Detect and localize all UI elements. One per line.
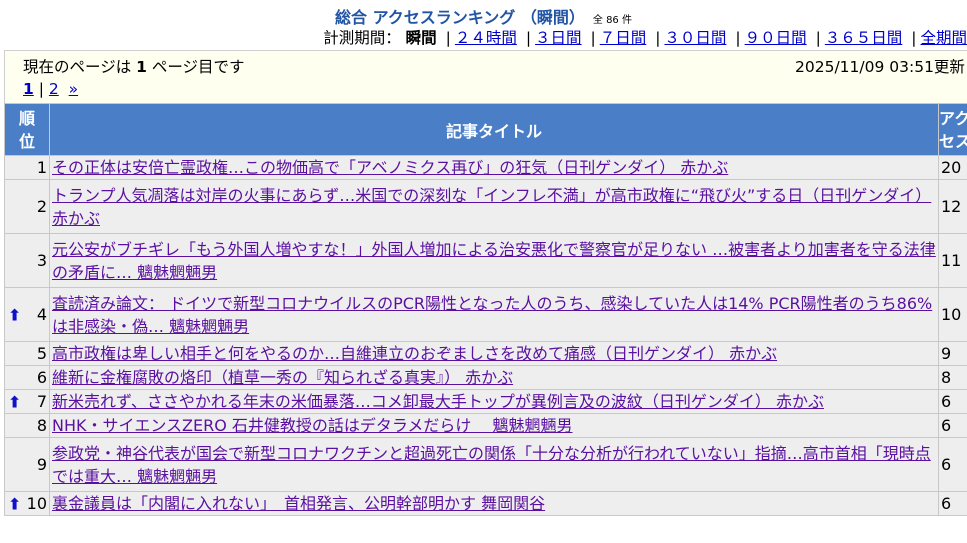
table-row: 8 NHK・サイエンスZERO 石井健教授の話はデタラメだらけ 魑魅魍魎男 6 xyxy=(4,413,967,438)
rank-number: 5 xyxy=(36,344,47,363)
period-link-3d[interactable]: ３日間 xyxy=(535,29,582,47)
pager-page-2[interactable]: 2 xyxy=(49,80,59,98)
period-link-7d[interactable]: ７日間 xyxy=(600,29,647,47)
rank-number: 10 xyxy=(26,494,47,513)
period-current: 瞬間 xyxy=(405,29,437,47)
title-cell: 高市政権は卑しい相手と何をやるのか…自維連立のおぞましさを改めて痛感（日刊ゲンダ… xyxy=(49,341,939,366)
rank-cell: ⬆ 4 xyxy=(4,287,50,342)
rank-number: 4 xyxy=(36,305,47,324)
table-row: 6 維新に金権腐敗の烙印（植草一秀の『知られざる真実』） 赤かぶ 8 xyxy=(4,365,967,390)
article-link[interactable]: 維新に金権腐敗の烙印（植草一秀の『知られざる真実』） 赤かぶ xyxy=(52,368,513,387)
ranking-body: 1 その正体は安倍亡霊政権…この物価高で「アベノミクス再び」の狂気（日刊ゲンダイ）… xyxy=(4,155,967,516)
page-title: 総合 アクセスランキング （瞬間） 全 86 件 xyxy=(0,4,967,28)
article-link[interactable]: 査読済み論文： ドイツで新型コロナウイルスのPCR陽性となった人のうち、感染して… xyxy=(52,294,932,336)
pager-next[interactable]: » xyxy=(69,80,78,98)
title-cell: その正体は安倍亡霊政権…この物価高で「アベノミクス再び」の狂気（日刊ゲンダイ） … xyxy=(49,155,939,180)
rank-cell: 6 xyxy=(4,365,50,390)
rank-cell: 1 xyxy=(4,155,50,180)
rank-cell: 2 xyxy=(4,179,50,234)
rank-cell: 9 xyxy=(4,437,50,492)
access-count: 20 xyxy=(938,155,967,180)
title-cell: トランプ人気凋落は対岸の火事にあらず…米国での深刻な「インフレ不満」が高市政権に… xyxy=(49,179,939,234)
period-link-30d[interactable]: ３０日間 xyxy=(664,29,726,47)
access-count: 6 xyxy=(938,413,967,438)
table-row: 9 参政党・神谷代表が国会で新型コロナワクチンと超過死亡の関係「十分な分析が行われ… xyxy=(4,437,967,492)
access-count: 12 xyxy=(938,179,967,234)
article-link[interactable]: 裏金議員は「内閣に入れない」 首相発言、公明幹部明かす 舞岡関谷 xyxy=(52,494,545,513)
up-arrow-icon: ⬆ xyxy=(8,494,22,513)
title-cell: 裏金議員は「内閣に入れない」 首相発言、公明幹部明かす 舞岡関谷 xyxy=(49,491,939,516)
pager-page-1[interactable]: 1 xyxy=(23,80,34,98)
rank-number: 9 xyxy=(36,455,47,474)
table-row: ⬆ 10 裏金議員は「内閣に入れない」 首相発言、公明幹部明かす 舞岡関谷 6 xyxy=(4,491,967,516)
title-cell: 査読済み論文： ドイツで新型コロナウイルスのPCR陽性となった人のうち、感染して… xyxy=(49,287,939,342)
period-link-90d[interactable]: ９０日間 xyxy=(745,29,807,47)
table-row: 2 トランプ人気凋落は対岸の火事にあらず…米国での深刻な「インフレ不満」が高市政権… xyxy=(4,179,967,234)
rank-cell: ⬆ 7 xyxy=(4,389,50,414)
period-link-24h[interactable]: ２４時間 xyxy=(455,29,517,47)
title-cell: 参政党・神谷代表が国会で新型コロナワクチンと超過死亡の関係「十分な分析が行われて… xyxy=(49,437,939,492)
article-link[interactable]: その正体は安倍亡霊政権…この物価高で「アベノミクス再び」の狂気（日刊ゲンダイ） … xyxy=(52,158,728,177)
article-link[interactable]: 元公安がブチギレ「もう外国人増やすな！」外国人増加による治安悪化で警察官が足りな… xyxy=(52,240,936,282)
rank-cell: 5 xyxy=(4,341,50,366)
title-cell: 元公安がブチギレ「もう外国人増やすな！」外国人増加による治安悪化で警察官が足りな… xyxy=(49,233,939,288)
title-cell: NHK・サイエンスZERO 石井健教授の話はデタラメだらけ 魑魅魍魎男 xyxy=(49,413,939,438)
access-count: 6 xyxy=(938,389,967,414)
ranking-title: 総合 アクセスランキング （瞬間） xyxy=(335,8,585,27)
ranking-table: 順位 記事タイトル アクセス 1 その正体は安倍亡霊政権…この物価高で「アベノミク… xyxy=(4,103,967,516)
article-link[interactable]: NHK・サイエンスZERO 石井健教授の話はデタラメだらけ 魑魅魍魎男 xyxy=(52,416,573,435)
current-page-text: 現在のページは 1 ページ目です xyxy=(23,58,245,76)
access-count: 6 xyxy=(938,491,967,516)
table-row: 1 その正体は安倍亡霊政権…この物価高で「アベノミクス再び」の狂気（日刊ゲンダイ）… xyxy=(4,155,967,180)
page-info-box: 現在のページは 1 ページ目です 2025/11/09 03:51更新 1 | … xyxy=(4,50,967,104)
access-count: 11 xyxy=(938,233,967,288)
article-link[interactable]: 参政党・神谷代表が国会で新型コロナワクチンと超過死亡の関係「十分な分析が行われて… xyxy=(52,444,931,486)
period-selector: 計測期間： 瞬間 | ２４時間 | ３日間 | ７日間 | ３０日間 | ９０日間 | ３６… xyxy=(323,29,967,47)
updated-timestamp: 2025/11/09 03:51更新 xyxy=(795,58,965,76)
table-row: ⬆ 7 新米売れず、ささやかれる年末の米価暴落…コメ卸最大手トップが異例言及の波紋（… xyxy=(4,389,967,414)
table-row: 5 高市政権は卑しい相手と何をやるのか…自維連立のおぞましさを改めて痛感（日刊ゲン… xyxy=(4,341,967,366)
rank-number: 7 xyxy=(36,392,47,411)
header-rank: 順位 xyxy=(4,103,50,156)
article-link[interactable]: トランプ人気凋落は対岸の火事にあらず…米国での深刻な「インフレ不満」が高市政権に… xyxy=(52,186,931,228)
access-count: 8 xyxy=(938,365,967,390)
article-link[interactable]: 新米売れず、ささやかれる年末の米価暴落…コメ卸最大手トップが異例言及の波紋（日刊… xyxy=(52,392,824,411)
rank-number: 6 xyxy=(36,368,47,387)
rank-number: 2 xyxy=(36,197,47,216)
rank-number: 8 xyxy=(36,416,47,435)
title-cell: 新米売れず、ささやかれる年末の米価暴落…コメ卸最大手トップが異例言及の波紋（日刊… xyxy=(49,389,939,414)
rank-cell: ⬆ 10 xyxy=(4,491,50,516)
up-arrow-icon: ⬆ xyxy=(8,305,22,324)
up-arrow-icon: ⬆ xyxy=(8,392,22,411)
rank-number: 1 xyxy=(36,158,47,177)
rank-number: 3 xyxy=(36,251,47,270)
pager: 1 | 2 » xyxy=(23,80,79,98)
period-link-all[interactable]: 全期間 xyxy=(920,29,967,47)
total-count: 全 86 件 xyxy=(592,15,632,26)
table-row: 3 元公安がブチギレ「もう外国人増やすな！」外国人増加による治安悪化で警察官が足り… xyxy=(4,233,967,288)
access-count: 6 xyxy=(938,437,967,492)
header-title: 記事タイトル xyxy=(49,103,939,156)
rank-cell: 3 xyxy=(4,233,50,288)
access-count: 9 xyxy=(938,341,967,366)
header-access: アクセス xyxy=(938,103,967,156)
table-row: ⬆ 4 査読済み論文： ドイツで新型コロナウイルスのPCR陽性となった人のうち、感染… xyxy=(4,287,967,342)
rank-cell: 8 xyxy=(4,413,50,438)
period-link-365d[interactable]: ３６５日間 xyxy=(825,29,903,47)
article-link[interactable]: 高市政権は卑しい相手と何をやるのか…自維連立のおぞましさを改めて痛感（日刊ゲンダ… xyxy=(52,344,777,363)
access-count: 10 xyxy=(938,287,967,342)
period-label: 計測期間： xyxy=(323,29,401,47)
title-cell: 維新に金権腐敗の烙印（植草一秀の『知られざる真実』） 赤かぶ xyxy=(49,365,939,390)
